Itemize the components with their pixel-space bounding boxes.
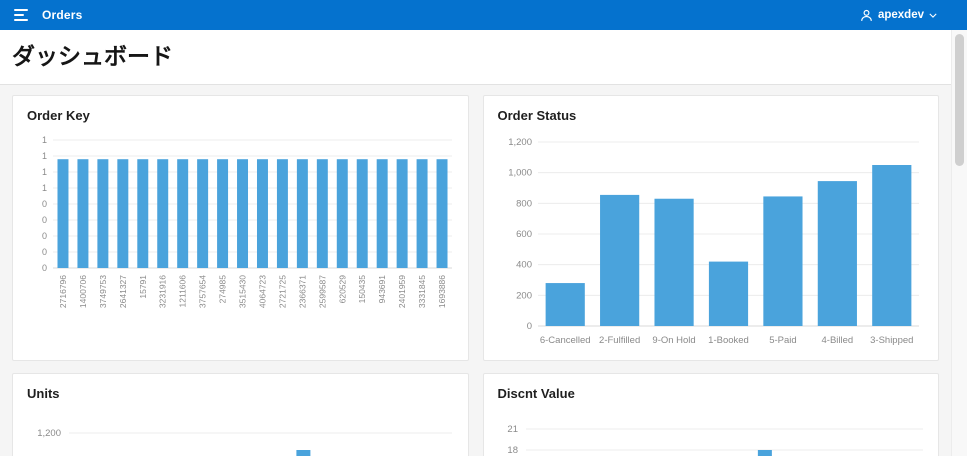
card-units: Units 1,200: [12, 373, 469, 456]
user-name: apexdev: [878, 9, 924, 21]
svg-text:21: 21: [507, 424, 518, 435]
svg-text:6-Cancelled: 6-Cancelled: [539, 335, 590, 346]
svg-text:1,200: 1,200: [37, 428, 61, 439]
svg-text:1,000: 1,000: [508, 168, 532, 179]
svg-text:3331845: 3331845: [417, 275, 427, 308]
card-title: Units: [13, 374, 468, 404]
svg-text:800: 800: [516, 198, 532, 209]
svg-text:1693886: 1693886: [437, 275, 447, 308]
svg-text:2721725: 2721725: [277, 275, 287, 308]
svg-text:1211606: 1211606: [178, 275, 188, 308]
svg-text:2-Fulfilled: 2-Fulfilled: [599, 335, 640, 346]
nav-menu-button[interactable]: [10, 5, 32, 25]
svg-text:3515430: 3515430: [238, 275, 248, 308]
svg-text:3231916: 3231916: [158, 275, 168, 308]
page-header: ダッシュボード: [0, 30, 951, 85]
svg-text:1: 1: [42, 167, 47, 177]
svg-text:2716796: 2716796: [58, 275, 68, 308]
svg-text:400: 400: [516, 260, 532, 271]
main-area: Orders apexdev ダッシュボード Order Key 1111000…: [0, 0, 951, 456]
svg-text:0: 0: [42, 247, 47, 257]
svg-text:150435: 150435: [357, 275, 367, 304]
discnt-value-chart[interactable]: 21 18: [494, 408, 929, 456]
svg-text:0: 0: [42, 263, 47, 273]
svg-text:200: 200: [516, 290, 532, 301]
svg-text:1: 1: [42, 151, 47, 161]
card-discnt-value: Discnt Value 21 18: [483, 373, 940, 456]
svg-text:0: 0: [42, 199, 47, 209]
app-title: Orders: [42, 8, 83, 22]
card-title: Discnt Value: [484, 374, 939, 404]
svg-text:600: 600: [516, 229, 532, 240]
svg-text:4-Billed: 4-Billed: [821, 335, 853, 346]
svg-text:3757654: 3757654: [198, 275, 208, 308]
svg-text:5-Paid: 5-Paid: [769, 335, 796, 346]
order-key-chart[interactable]: 1 1 1 1 0 0 0 0 0 2716796 1400706 3749753 2641327 157…: [23, 130, 458, 352]
svg-text:2599587: 2599587: [317, 275, 327, 308]
vertical-scrollbar[interactable]: [951, 30, 967, 456]
svg-text:0: 0: [42, 215, 47, 225]
hamburger-icon: [14, 9, 28, 21]
svg-text:943691: 943691: [377, 275, 387, 304]
app-header: Orders apexdev: [0, 0, 967, 30]
dashboard-grid: Order Key 1 1 1 1 0 0 0 0 0 2716796 1400706 3749753…: [0, 85, 951, 456]
svg-text:3-Shipped: 3-Shipped: [870, 335, 913, 346]
card-title: Order Status: [484, 96, 939, 126]
svg-text:1: 1: [42, 135, 47, 145]
svg-text:2401959: 2401959: [397, 275, 407, 308]
svg-text:18: 18: [507, 445, 518, 456]
svg-text:1400706: 1400706: [78, 275, 88, 308]
svg-text:4064723: 4064723: [257, 275, 267, 308]
svg-text:3749753: 3749753: [98, 275, 108, 308]
order-status-chart[interactable]: 0 200 400 600 800 1,000 1,200 6-Cancelled 2-Fulf…: [494, 130, 929, 352]
app-window: Orders apexdev ダッシュボード Order Key 1111000…: [0, 0, 967, 456]
svg-text:0: 0: [526, 321, 531, 332]
svg-text:15791: 15791: [138, 275, 148, 299]
user-icon: [860, 9, 873, 22]
svg-text:1,200: 1,200: [508, 137, 532, 148]
svg-text:1-Booked: 1-Booked: [708, 335, 749, 346]
svg-text:1: 1: [42, 183, 47, 193]
card-title: Order Key: [13, 96, 468, 126]
units-chart[interactable]: 1,200: [23, 408, 458, 456]
user-menu-button[interactable]: apexdev: [854, 8, 943, 23]
scrollbar-thumb[interactable]: [955, 34, 964, 166]
page-title: ダッシュボード: [12, 42, 939, 70]
card-order-key: Order Key 1 1 1 1 0 0 0 0 0 2716796 1400706 3749753…: [12, 95, 469, 361]
svg-text:2641327: 2641327: [118, 275, 128, 308]
svg-text:620529: 620529: [337, 275, 347, 304]
svg-text:274985: 274985: [218, 275, 228, 304]
card-order-status: Order Status 0 200 400 600 800 1,000 1,200 6-Ca…: [483, 95, 940, 361]
svg-text:9-On Hold: 9-On Hold: [652, 335, 695, 346]
chevron-down-icon: [929, 13, 937, 18]
svg-text:0: 0: [42, 231, 47, 241]
svg-text:2366371: 2366371: [297, 275, 307, 308]
